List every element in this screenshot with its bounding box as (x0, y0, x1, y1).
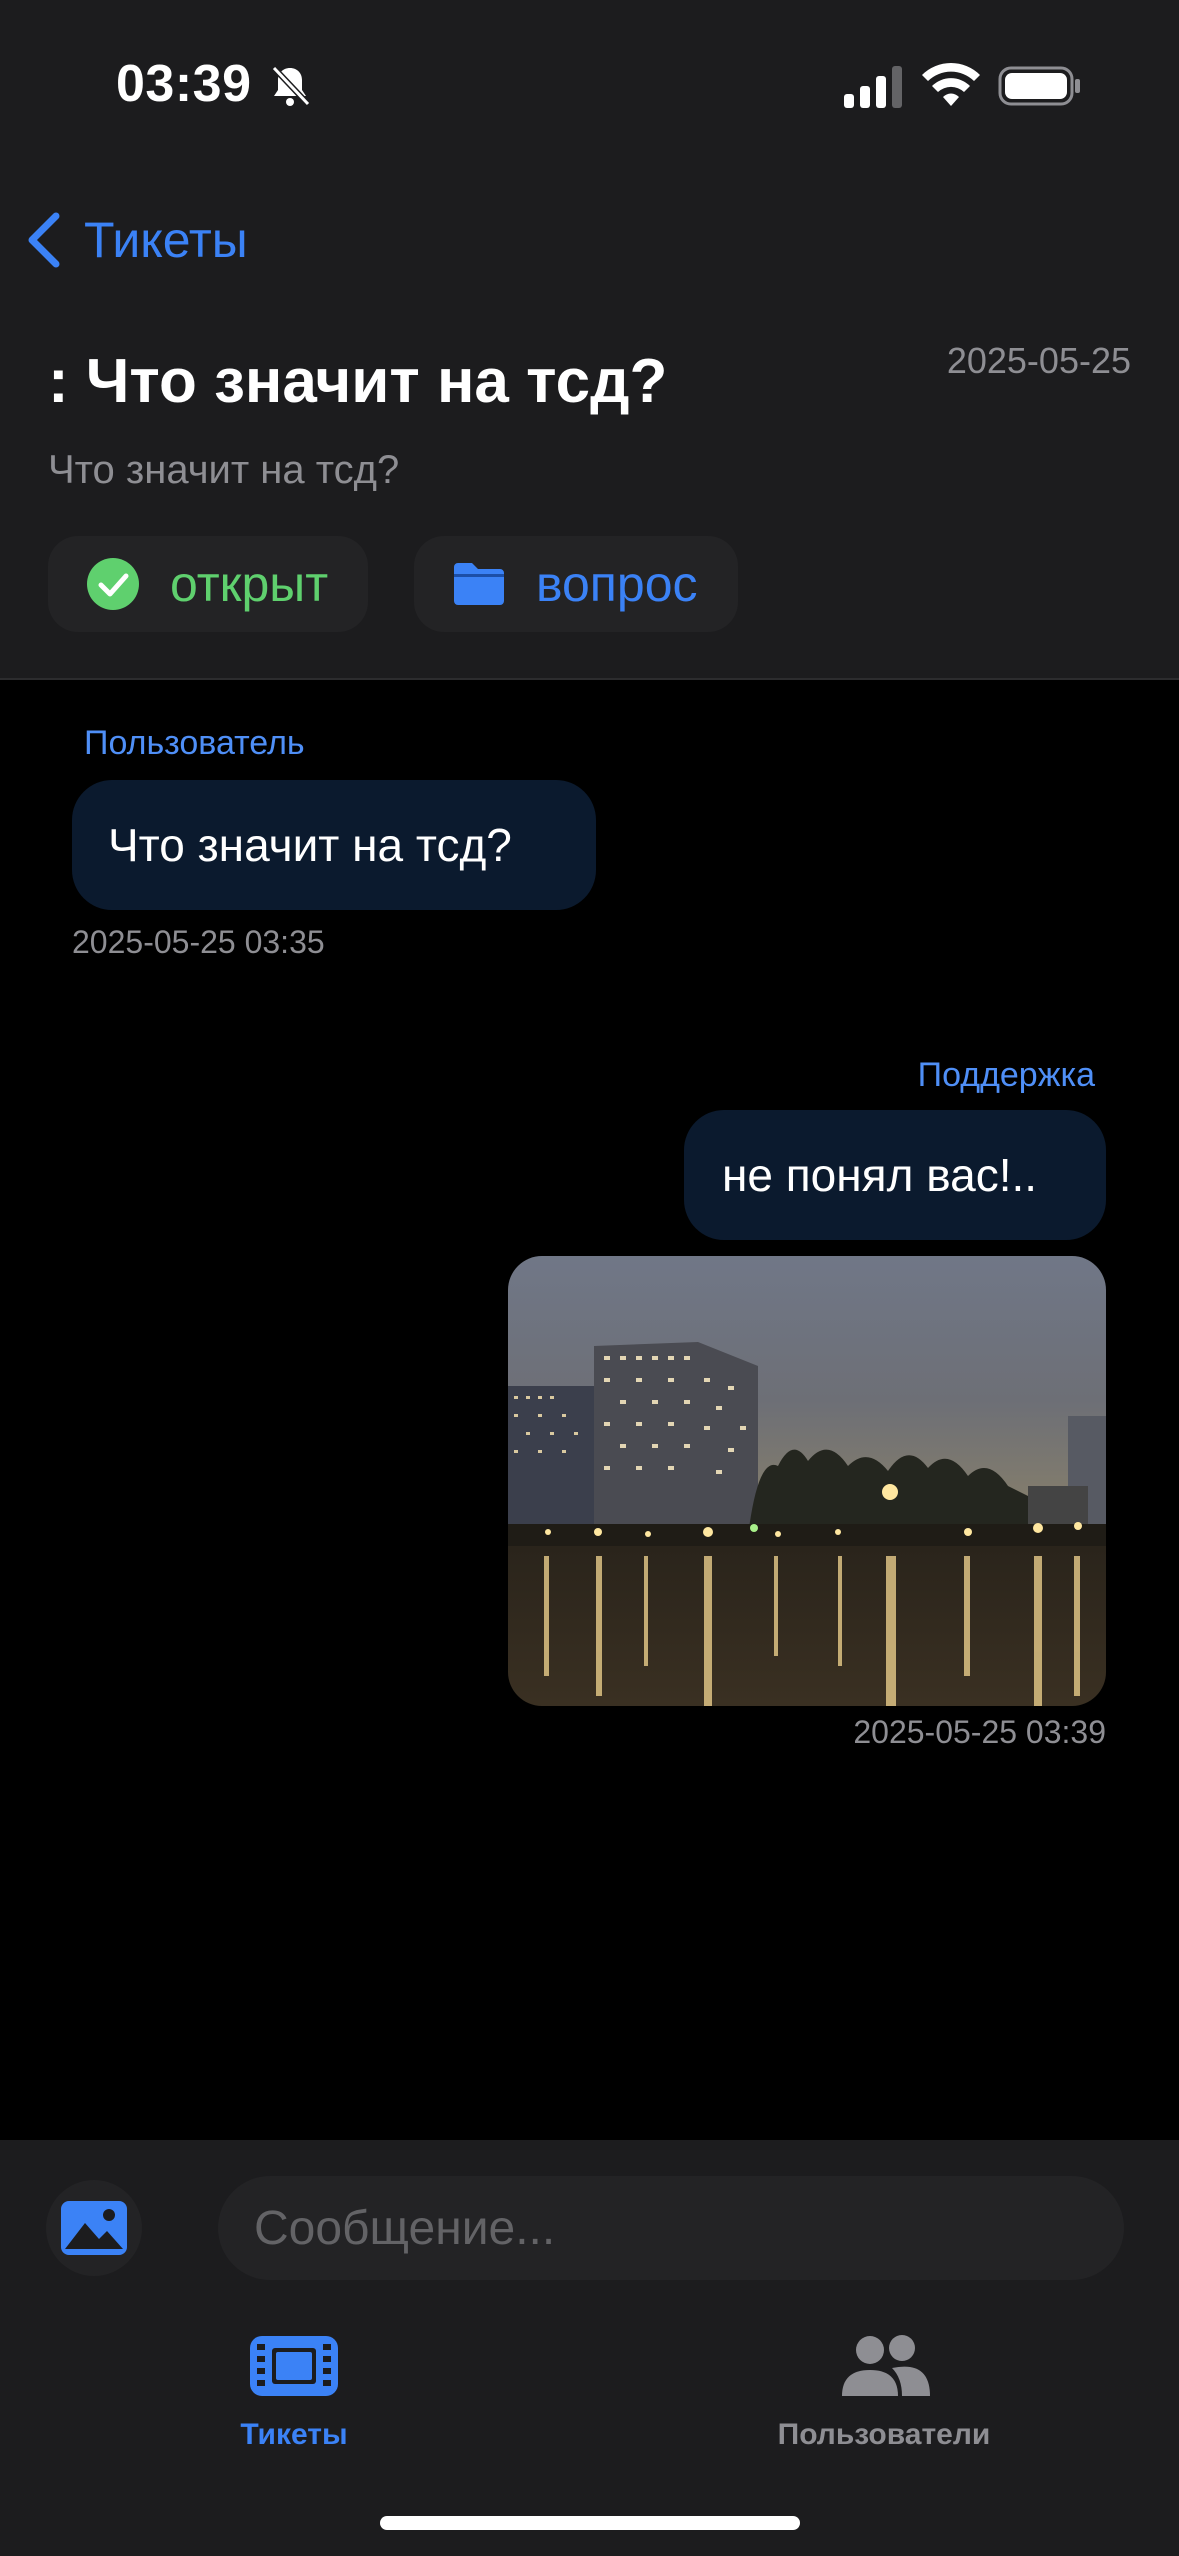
ticket-date: 2025-05-25 (946, 340, 1131, 381)
attach-photo-button[interactable] (46, 2180, 142, 2276)
category-badge: вопрос (414, 536, 738, 632)
ticket-title: : Что значит на тсд? (48, 347, 668, 416)
wifi-icon (922, 62, 980, 106)
message-text: не понял вас!.. (722, 1149, 1038, 1201)
night-cityscape-photo (508, 1256, 1106, 1706)
folder-icon (454, 563, 504, 605)
bell-slash-icon (271, 65, 311, 107)
film-icon (250, 2336, 338, 2396)
message-timestamp: 2025-05-25 03:39 (853, 1714, 1106, 1750)
ticket-detail-screen: 03:39 Тикеты: Что значит на тсд? 2025-0… (0, 0, 1179, 2556)
tab-label: Тикеты (240, 2418, 348, 2451)
users-icon (842, 2335, 930, 2396)
chevron-left-icon (28, 212, 60, 268)
message-bubble: не понял вас!.. (684, 1110, 1106, 1240)
signal-icon (844, 66, 902, 108)
message-sender: Пользователь (84, 724, 305, 762)
status-time: 03:39 (116, 55, 252, 113)
photo-attachment[interactable] (508, 1256, 1106, 1706)
message-composer (0, 2140, 1179, 2310)
battery-icon (998, 66, 1080, 106)
message-bubble: Что значит на тсд? (72, 780, 596, 910)
checkmark-circle-icon (87, 558, 139, 610)
tab-users[interactable]: Пользователи (724, 2330, 1044, 2480)
message-timestamp: 2025-05-25 03:35 (72, 924, 325, 960)
home-indicator (380, 2516, 800, 2530)
status-bar: 03:39 (0, 0, 1179, 170)
ticket-header: Тикеты : Что значит на тсд? 2025-05-25 Ч… (0, 170, 1179, 680)
category-label: вопрос (536, 556, 698, 612)
status-label: открыт (170, 556, 329, 612)
tab-label: Пользователи (777, 2418, 991, 2451)
message-text: Что значит на тсд? (108, 819, 512, 871)
ticket-subtitle: Что значит на тсд? (48, 448, 400, 492)
photo-icon (61, 2201, 127, 2255)
message-input[interactable] (218, 2176, 1124, 2280)
back-label: Тикеты (84, 212, 248, 268)
status-badge: открыт (48, 536, 369, 632)
message-list[interactable]: Пользователь Что значит на тсд? 2025-05-… (0, 680, 1179, 2140)
tab-tickets[interactable]: Тикеты (134, 2330, 454, 2480)
back-button[interactable]: Тикеты (24, 190, 248, 290)
message-sender: Поддержка (917, 1056, 1095, 1094)
